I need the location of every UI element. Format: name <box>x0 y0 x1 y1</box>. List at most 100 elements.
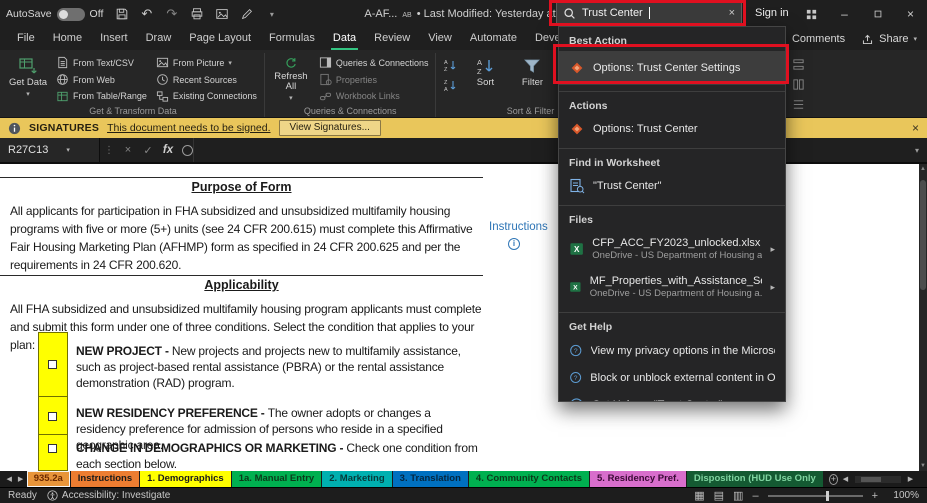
sign-in-button[interactable]: Sign in <box>755 7 789 19</box>
hscroll-left-icon[interactable]: ◀ <box>839 475 852 483</box>
horizontal-scrollbar[interactable] <box>855 476 901 483</box>
sort-ascending-button[interactable]: AZ <box>440 56 460 74</box>
sheet-tab-manual-entry[interactable]: 1a. Manual Entry <box>232 471 322 487</box>
help-get-help-trust-center[interactable]: ? Get Help on "Trust Center" <box>559 391 785 402</box>
apps-grid-button[interactable] <box>795 0 828 28</box>
tab-insert[interactable]: Insert <box>91 28 137 50</box>
sheet-tab-demographics[interactable]: 1. Demographics <box>140 471 231 487</box>
result-trust-center-action[interactable]: Options: Trust Center <box>559 116 785 142</box>
pen-button[interactable] <box>236 3 257 25</box>
redo-button[interactable]: ↷ <box>161 3 182 25</box>
name-box-chevron[interactable]: ▾ <box>66 146 70 154</box>
chevron-right-icon[interactable]: ▸ <box>770 282 775 293</box>
properties-button[interactable]: Properties <box>316 72 432 88</box>
message-bar-close-icon[interactable]: × <box>912 121 919 135</box>
tab-view[interactable]: View <box>419 28 461 50</box>
name-box[interactable]: R27C13 ▾ <box>0 138 100 162</box>
insert-function-button[interactable]: fx <box>158 144 178 156</box>
minimize-button[interactable]: – <box>828 0 861 28</box>
sheet-nav-left-icon[interactable]: ◀ <box>4 475 14 483</box>
from-text-csv-button[interactable]: From Text/CSV <box>53 55 150 71</box>
accessibility-status[interactable]: Accessibility: Investigate <box>47 490 170 501</box>
customize-toolbar-chevron[interactable]: ▾ <box>261 3 282 25</box>
tab-page-layout[interactable]: Page Layout <box>180 28 260 50</box>
confirm-entry-icon[interactable]: ✓ <box>138 144 158 157</box>
instructions-info-icon[interactable]: i <box>508 238 520 250</box>
chevron-right-icon[interactable]: ▸ <box>770 244 775 255</box>
cancel-entry-icon[interactable]: × <box>118 144 138 156</box>
sheet-tab-residency-pref[interactable]: 5. Residency Pref. <box>590 471 686 487</box>
picture-button[interactable] <box>211 3 232 25</box>
formula-bar-grip[interactable]: ⋮ <box>100 145 118 156</box>
tab-review[interactable]: Review <box>365 28 419 50</box>
refresh-all-button[interactable]: Refresh All▾ <box>269 53 313 104</box>
help-privacy-options[interactable]: ? View my privacy options in the Microso… <box>559 337 785 364</box>
recent-sources-button[interactable]: Recent Sources <box>153 72 260 88</box>
sort-button[interactable]: AZ Sort <box>463 53 507 104</box>
zoom-out-icon[interactable]: – <box>752 490 758 502</box>
view-signatures-button[interactable]: View Signatures... <box>279 120 381 136</box>
scroll-up-icon[interactable]: ▲ <box>919 166 927 172</box>
formula-bar-circle-icon[interactable] <box>182 145 193 156</box>
save-button[interactable] <box>111 3 132 25</box>
worksheet-area[interactable]: Purpose of Form All applicants for parti… <box>0 164 927 471</box>
workbook-links-button[interactable]: Workbook Links <box>316 88 432 104</box>
scroll-down-icon[interactable]: ▼ <box>919 463 927 469</box>
tab-formulas[interactable]: Formulas <box>260 28 324 50</box>
formula-bar-expand-chevron[interactable]: ▾ <box>907 146 927 155</box>
result-file-cfp-acc[interactable]: X CFP_ACC_FY2023_unlocked.xlsx OneDrive … <box>559 230 785 268</box>
undo-button[interactable]: ↶ <box>136 3 157 25</box>
result-trust-center-settings[interactable]: Options: Trust Center Settings <box>559 51 785 85</box>
hscroll-right-icon[interactable]: ▶ <box>904 475 917 483</box>
normal-view-icon[interactable]: ▦ <box>694 489 704 502</box>
tab-file[interactable]: File <box>8 28 44 50</box>
sheet-tab-marketing[interactable]: 2. Marketing <box>322 471 391 487</box>
new-project-checkbox[interactable] <box>48 360 57 369</box>
demographics-marketing-checkbox[interactable] <box>48 444 57 453</box>
sheet-nav-right-icon[interactable]: ▶ <box>15 475 25 483</box>
from-table-range-button[interactable]: From Table/Range <box>53 88 150 104</box>
page-break-view-icon[interactable]: ▥ <box>733 489 743 502</box>
sheet-tab-disposition[interactable]: Disposition (HUD Use Only <box>687 471 823 487</box>
restore-button[interactable] <box>861 0 894 28</box>
tab-draw[interactable]: Draw <box>137 28 181 50</box>
sheet-tab-935-2a[interactable]: 935.2a <box>27 471 70 487</box>
formula-input[interactable] <box>193 138 907 162</box>
zoom-in-icon[interactable]: + <box>872 490 878 502</box>
sort-descending-button[interactable]: ZA <box>440 76 460 94</box>
tab-automate[interactable]: Automate <box>461 28 526 50</box>
subtotal-icon[interactable] <box>792 98 805 111</box>
existing-connections-button[interactable]: Existing Connections <box>153 88 260 104</box>
vertical-scrollbar[interactable]: ▲ ▼ <box>919 164 927 471</box>
from-picture-button[interactable]: From Picture▾ <box>153 55 260 71</box>
share-button[interactable]: Share ▾ <box>861 33 917 46</box>
autosave-switch[interactable] <box>57 8 85 21</box>
search-input[interactable]: Trust Center × <box>556 2 742 24</box>
ungroup-rows-icon[interactable] <box>792 78 805 91</box>
result-find-in-worksheet[interactable]: "Trust Center" <box>559 173 785 199</box>
sheet-tab-community-contacts[interactable]: 4. Community Contacts <box>469 471 589 487</box>
result-file-mf-properties[interactable]: X MF_Properties_with_Assistance_Sec8_Co.… <box>559 268 785 306</box>
zoom-percentage[interactable]: 100% <box>887 490 919 501</box>
autosave-toggle[interactable]: AutoSave Off <box>6 8 103 21</box>
queries-connections-button[interactable]: Queries & Connections <box>316 55 432 71</box>
zoom-slider[interactable] <box>768 495 863 497</box>
vertical-scrollbar-thumb[interactable] <box>920 180 926 290</box>
page-layout-view-icon[interactable]: ▤ <box>714 489 724 502</box>
print-button[interactable] <box>186 3 207 25</box>
tab-data[interactable]: Data <box>324 28 365 50</box>
clear-search-icon[interactable]: × <box>729 7 735 19</box>
residency-preference-checkbox[interactable] <box>48 412 57 421</box>
zoom-slider-thumb[interactable] <box>826 491 829 501</box>
group-rows-icon[interactable] <box>792 58 805 71</box>
filter-button[interactable]: Filter <box>510 53 554 104</box>
help-block-external-content[interactable]: ? Block or unblock external content in O… <box>559 364 785 391</box>
from-web-button[interactable]: From Web <box>53 72 150 88</box>
close-button[interactable]: × <box>894 0 927 28</box>
tab-home[interactable]: Home <box>44 28 91 50</box>
instructions-link[interactable]: Instructions <box>489 221 548 233</box>
get-data-button[interactable]: Get Data▾ <box>6 53 50 104</box>
horizontal-scrollbar-thumb[interactable] <box>861 477 881 482</box>
sheet-tab-instructions[interactable]: Instructions <box>71 471 139 487</box>
sheet-tab-translation[interactable]: 3. Translation <box>393 471 468 487</box>
